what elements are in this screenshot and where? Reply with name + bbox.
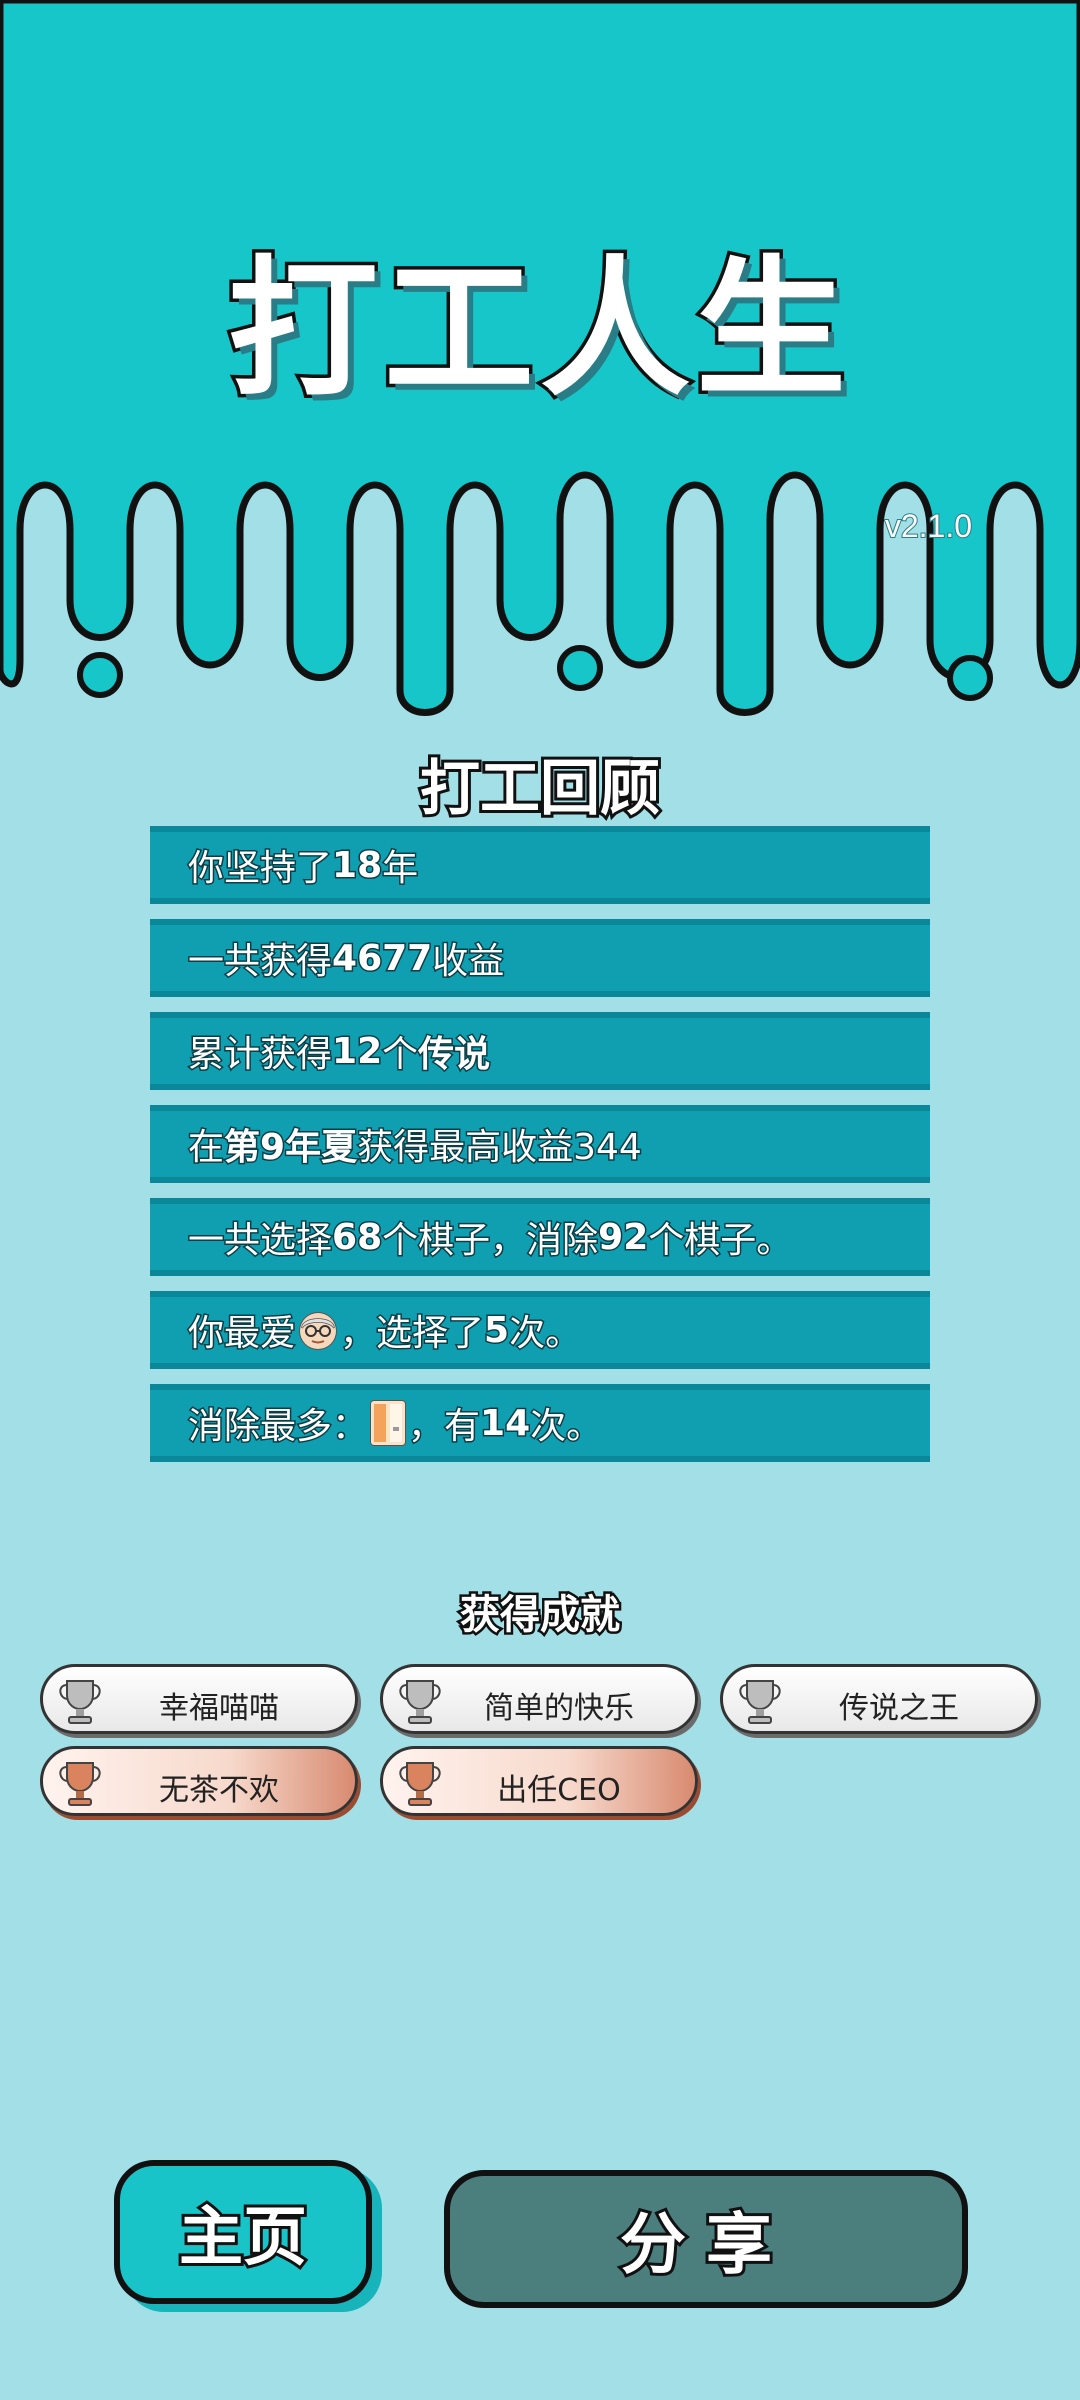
bronze-trophy-icon [59,1762,101,1806]
stat-legends: 累计获得 12 个传说 [150,1012,930,1090]
silver-trophy-icon [59,1680,101,1724]
door-icon [370,1400,407,1446]
achievement-label: 传说之王 [839,1691,959,1726]
achievement-badge[interactable]: 出任CEO [380,1746,698,1816]
bronze-trophy-icon [399,1762,441,1806]
achievement-label: 简单的快乐 [484,1691,634,1726]
silver-trophy-icon [739,1680,781,1724]
app-title: 打工人生 [224,243,852,417]
achievement-badge[interactable]: 传说之王 [720,1664,1038,1734]
stat-most-eliminated: 消除最多： ，有 14 次。 [150,1384,930,1462]
achievement-label: 出任CEO [497,1773,621,1808]
share-button[interactable]: 分享 [444,2170,968,2308]
stat-pieces: 一共选择 68 个棋子，消除 92 个棋子。 [150,1198,930,1276]
achievement-badge[interactable]: 幸福喵喵 [40,1664,358,1734]
silver-trophy-icon [399,1680,441,1724]
stat-best-season: 在 第9年夏 获得最高收益344 [150,1105,930,1183]
achievement-badge[interactable]: 简单的快乐 [380,1664,698,1734]
achievement-label: 无茶不欢 [159,1773,279,1808]
grandpa-icon [299,1312,338,1350]
review-title: 打工回顾 [417,751,663,827]
home-button[interactable]: 主页 [114,2160,372,2304]
review-stats-list: 你坚持了 18 年 一共获得 4677 收益 累计获得 12 个传说 在 第9年夏 获得最高… [150,826,930,1477]
achievement-label: 幸福喵喵 [159,1691,279,1726]
achievement-badge[interactable]: 无茶不欢 [40,1746,358,1816]
stat-favorite: 你最爱 ，选择了 5 次。 [150,1291,930,1369]
achievements-title: 获得成就 [458,1590,623,1641]
stat-years: 你坚持了 18 年 [150,826,930,904]
stat-total-income: 一共获得 4677 收益 [150,919,930,997]
version-label: v2.1.0 [884,507,973,545]
